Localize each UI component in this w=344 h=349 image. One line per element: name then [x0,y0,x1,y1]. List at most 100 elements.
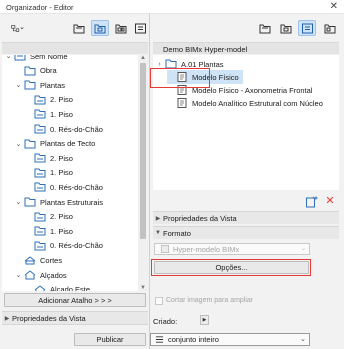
view-map-tree-item[interactable]: Cortes [15,253,62,267]
tree-item-label: Obra [40,66,57,76]
view-map-tree-item[interactable]: ⌄ Sem Nome [5,55,68,63]
chevron-down-icon: ⌄ [300,246,306,252]
view-map-tree-item[interactable]: 1. Piso [25,166,73,180]
view-map-tree-item[interactable]: 2. Piso [25,210,73,224]
expand-toggle-icon[interactable]: ⌄ [15,81,22,89]
view-map-tree-item[interactable]: 1. Piso [25,224,73,238]
right-publisher-sets-button[interactable] [298,20,316,36]
format-label: Formato [163,228,191,238]
options-button[interactable]: Opções... [154,261,309,274]
publish-scope-dropdown[interactable]: conjunto inteiro ⌄ [150,333,310,346]
left-panel-header [2,42,148,54]
floor-icon [34,182,46,192]
new-folder-icon[interactable] [305,196,319,208]
publisher-icon [301,23,313,33]
format-value: Hyper-modelo BIMx [173,244,240,254]
view-sets-button[interactable] [91,20,109,36]
tree-item-label: Alçados [40,270,67,280]
view-map-tree-item[interactable]: ⌄ Alçados [15,268,67,282]
floor-icon [34,168,46,178]
floor-icon [34,212,46,222]
tree-item-label: Plantas de Tecto [40,139,96,149]
view-map-tree-item[interactable]: Obra [15,64,57,78]
view-map-tree-item[interactable]: ⌄ Plantas [15,78,65,92]
folder-icon [24,80,36,90]
right-view-properties-section[interactable]: ▶ Propriedades da Vista [153,211,339,224]
right-view-sets-button[interactable] [277,20,295,36]
scroll-thumb[interactable] [140,63,146,239]
publisher-set-header: Demo BIMx Hyper-model [153,42,339,54]
publisher-tree-item[interactable]: Modelo Analítico Estrutural com Núcleo [167,96,323,110]
tree-scrollbar[interactable]: ▲ ▼ [138,55,148,291]
layout-book-icon [324,24,335,33]
folder-icon [24,66,36,76]
tree-item-label: Modelo Físico - Axonometria Frontal [192,85,313,95]
expand-toggle-icon[interactable]: › [156,61,163,68]
tree-item-label: 2. Piso [50,212,73,222]
floor-icon [34,153,46,163]
created-arrow-icon[interactable]: ▶ [200,315,209,325]
floor-icon [34,109,46,119]
tree-item-label: 1. Piso [50,226,73,236]
add-shortcut-button[interactable]: Adicionar Atalho > > > [4,293,146,307]
elevation-icon [34,284,46,291]
tree-item-label: Sem Nome [30,55,68,61]
close-icon[interactable]: ✕ [330,1,338,13]
floor-icon [34,95,46,105]
expand-arrow-icon: ▶ [155,215,161,222]
chevron-down-icon: ⌄ [300,336,306,343]
format-dropdown[interactable]: Hyper-modelo BIMx ⌄ [154,243,310,255]
layout-book-button[interactable] [112,20,130,36]
view-map-tree-item[interactable]: 0. Rés-do-Chão [25,122,103,136]
new-item-dropdown-button[interactable] [4,20,30,36]
floor-icon [34,124,46,134]
publish-button[interactable]: Publicar [74,333,146,346]
publisher-layout-button[interactable] [321,20,339,36]
tree-item-label: Modelo Analítico Estrutural com Núcleo [192,98,323,108]
publisher-sets-button[interactable] [131,20,149,36]
right-view-map-button[interactable] [256,20,274,36]
view-map-tree-item[interactable]: 0. Rés-do-Chão [25,239,103,253]
view-map-tree-item[interactable]: ⌄ Plantas Estruturais [15,195,103,209]
title-bar: Organizador - Editor ✕ [0,0,344,14]
view-map-button[interactable] [70,20,88,36]
crop-image-label: Cortar imagem para ampliar [166,297,254,304]
scroll-down-icon[interactable]: ▼ [139,285,147,291]
collapse-arrow-icon: ▼ [155,230,161,236]
left-view-properties-section[interactable]: ▶ Propriedades da Vista [2,311,148,325]
view-map-tree-item[interactable]: 0. Rés-do-Chão [25,180,103,194]
tree-item-label: Alçado Este [50,285,91,291]
tree-item-label: Plantas [40,80,66,90]
project-icon [14,55,26,61]
bimx-icon [161,245,169,253]
view-map-tree-item[interactable]: Alçado Este [25,283,90,291]
expand-toggle-icon[interactable]: ⌄ [5,55,12,60]
tree-item-label: Plantas Estruturais [40,197,103,207]
left-view-properties-label: Propriedades da Vista [12,313,86,323]
view-map-tree-item[interactable]: 2. Piso [25,151,73,165]
view-map-tree-item[interactable]: ⌄ Plantas de Tecto [15,137,95,151]
expand-toggle-icon[interactable]: ⌄ [15,271,22,279]
delete-icon[interactable]: ✕ [324,195,336,207]
floor-plan-icon [259,24,270,33]
folder-icon [24,197,36,207]
floor-icon [34,226,46,236]
tree-item-label: 1. Piso [50,109,73,119]
view-map-tree[interactable]: ⌄ Sem Nome Obra ⌄ Plantas 2. Piso 1. Piso 0. Ré… [2,55,138,291]
selection-highlight-box [150,68,210,88]
crop-image-checkbox[interactable] [155,297,163,305]
floor-icon [34,241,46,251]
scroll-up-icon[interactable]: ▲ [139,55,147,61]
view-map-tree-item[interactable]: 2. Piso [25,93,73,107]
publisher-icon [134,23,146,33]
page-icon [176,98,188,108]
view-map-tree-item[interactable]: 1. Piso [25,107,73,121]
created-label: Criado: [153,317,178,326]
layout-book-icon [115,24,126,33]
publisher-set-title: Demo BIMx Hyper-model [163,45,248,54]
format-section[interactable]: ▼ Formato [153,226,339,239]
list-icon [155,336,164,343]
add-tree-icon [10,24,24,32]
expand-toggle-icon[interactable]: ⌄ [15,198,22,206]
expand-toggle-icon[interactable]: ⌄ [15,140,22,148]
